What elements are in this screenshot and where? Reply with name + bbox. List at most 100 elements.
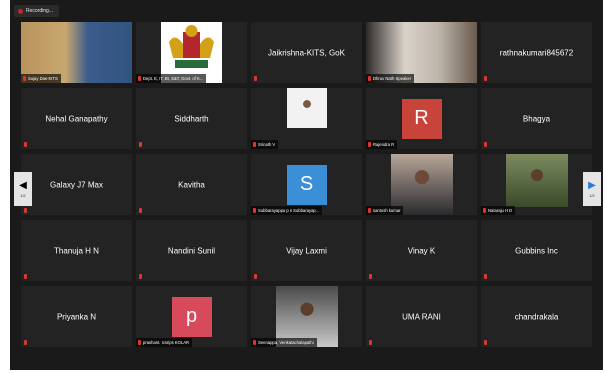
muted-mic-icon <box>23 76 26 81</box>
muted-mic-icon <box>484 142 487 147</box>
participant-tile[interactable]: p prashant. Icsrips KOLAR <box>136 286 247 347</box>
participant-tile[interactable]: Siddharth <box>136 88 247 149</box>
participant-tile[interactable]: Nehal Ganapathy <box>21 88 132 149</box>
participant-name: Kavitha <box>178 180 205 189</box>
participant-tile[interactable]: Kavitha <box>136 154 247 215</box>
participant-tile[interactable]: Dept. E, IT, Bt, S&T, Govt. of K... <box>136 22 247 83</box>
participant-name: Subbarayappa p s Subbarayap... <box>258 208 320 213</box>
participant-label: Dept. E, IT, Bt, S&T, Govt. of K... <box>136 74 207 83</box>
participant-tile[interactable]: Seenappa, Venkatachalapathi <box>251 286 362 347</box>
participant-tile[interactable]: Nandini Sunil <box>136 220 247 281</box>
prev-page-button[interactable]: ◀ 1/2 <box>14 172 32 206</box>
participant-label: Sujay Das-KITS <box>21 74 61 83</box>
muted-mic-icon <box>484 76 487 81</box>
participant-label: prashant. Icsrips KOLAR <box>136 338 193 347</box>
participant-label: santosh kumar <box>366 206 404 215</box>
recording-indicator: Recording... <box>14 5 59 17</box>
muted-mic-icon <box>254 274 257 279</box>
participant-name: Nandini Sunil <box>167 246 216 255</box>
participant-name: Seenappa, Venkatachalapathi <box>258 340 314 345</box>
muted-mic-icon <box>253 208 256 213</box>
participant-tile[interactable]: Jaikrishna-KITS, GoK <box>251 22 362 83</box>
participant-label: Srinath V <box>251 140 279 149</box>
next-page-button[interactable]: ▶ 1/2 <box>583 172 601 206</box>
participant-tile[interactable]: Gubbins Inc <box>481 220 592 281</box>
participant-name: prashant. Icsrips KOLAR <box>143 340 190 345</box>
participant-tile[interactable]: Vinay K <box>366 220 477 281</box>
participant-label: Seenappa, Venkatachalapathi <box>251 338 317 347</box>
participant-tile[interactable]: Nataraju H D <box>481 154 592 215</box>
participant-label: Nataraju H D <box>481 206 516 215</box>
muted-mic-icon <box>139 274 142 279</box>
muted-mic-icon <box>368 76 371 81</box>
participant-name: santosh kumar <box>373 208 401 213</box>
avatar-initial: S <box>286 164 327 205</box>
participant-tile[interactable]: Srinath V <box>251 88 362 149</box>
muted-mic-icon <box>253 142 256 147</box>
participant-name: Gubbins Inc <box>515 246 558 255</box>
chevron-right-icon: ▶ <box>588 179 596 191</box>
muted-mic-icon <box>484 340 487 345</box>
participant-name: Srinath V <box>258 142 276 147</box>
participant-name: Galaxy J7 Max <box>50 180 103 189</box>
avatar-initial: p <box>171 296 212 337</box>
participant-tile[interactable]: Thanuja H N <box>21 220 132 281</box>
participant-tile[interactable]: chandrakala <box>481 286 592 347</box>
participant-name: Vijay Laxmi <box>286 246 327 255</box>
participant-tile[interactable]: Bhagya <box>481 88 592 149</box>
participant-name: Siddharth <box>174 114 209 123</box>
participant-tile[interactable]: Vijay Laxmi <box>251 220 362 281</box>
profile-photo <box>506 154 568 207</box>
participant-name: Nehal Ganapathy <box>45 114 108 123</box>
participant-name: Vinay K <box>407 246 436 255</box>
participant-grid: Sujay Das-KITS Dept. E, IT, Bt, S&T, Govt… <box>21 22 592 347</box>
record-dot-icon <box>18 8 23 14</box>
participant-name: UMA RANI <box>402 312 441 321</box>
participant-label: Subbarayappa p s Subbarayap... <box>251 206 323 215</box>
participant-label: Rajendra R <box>366 140 398 149</box>
muted-mic-icon <box>484 274 487 279</box>
participant-tile[interactable]: UMA RANI <box>366 286 477 347</box>
muted-mic-icon <box>24 208 27 213</box>
participant-name: Dhruv Nath-Speaker <box>373 76 412 81</box>
participant-name: Nataraju H D <box>488 208 513 213</box>
muted-mic-icon <box>24 142 27 147</box>
participant-tile[interactable]: santosh kumar <box>366 154 477 215</box>
muted-mic-icon <box>483 208 486 213</box>
chevron-left-icon: ◀ <box>19 179 27 191</box>
muted-mic-icon <box>368 208 371 213</box>
participant-name: Rajendra R <box>373 142 395 147</box>
participant-tile[interactable]: rathnakumari845672 <box>481 22 592 83</box>
muted-mic-icon <box>24 274 27 279</box>
participant-tile[interactable]: R Rajendra R <box>366 88 477 149</box>
participant-name: Bhagya <box>522 114 551 123</box>
participant-name: rathnakumari845672 <box>499 48 574 57</box>
participant-label: Dhruv Nath-Speaker <box>366 74 415 83</box>
recording-label: Recording... <box>26 8 53 14</box>
muted-mic-icon <box>24 340 27 345</box>
muted-mic-icon <box>369 274 372 279</box>
muted-mic-icon <box>139 208 142 213</box>
muted-mic-icon <box>369 340 372 345</box>
participant-name: chandrakala <box>514 312 559 321</box>
muted-mic-icon <box>138 76 141 81</box>
participant-name: Thanuja H N <box>54 246 99 255</box>
participant-name: Sujay Das-KITS <box>28 76 58 81</box>
participant-tile[interactable]: Galaxy J7 Max <box>21 154 132 215</box>
participant-tile[interactable]: Dhruv Nath-Speaker <box>366 22 477 83</box>
participant-tile[interactable]: S Subbarayappa p s Subbarayap... <box>251 154 362 215</box>
muted-mic-icon <box>253 340 256 345</box>
muted-mic-icon <box>139 142 142 147</box>
participant-name: Jaikrishna-KITS, GoK <box>268 48 345 57</box>
muted-mic-icon <box>368 142 371 147</box>
profile-photo <box>287 88 327 128</box>
muted-mic-icon <box>254 76 257 81</box>
page-indicator: 1/2 <box>589 192 595 198</box>
participant-name: Priyanka N <box>56 312 97 321</box>
participant-tile[interactable]: Sujay Das-KITS <box>21 22 132 83</box>
avatar-initial: R <box>401 98 442 139</box>
participant-tile[interactable]: Priyanka N <box>21 286 132 347</box>
participant-name: Dept. E, IT, Bt, S&T, Govt. of K... <box>143 76 204 81</box>
page-indicator: 1/2 <box>20 192 26 198</box>
muted-mic-icon <box>138 340 141 345</box>
